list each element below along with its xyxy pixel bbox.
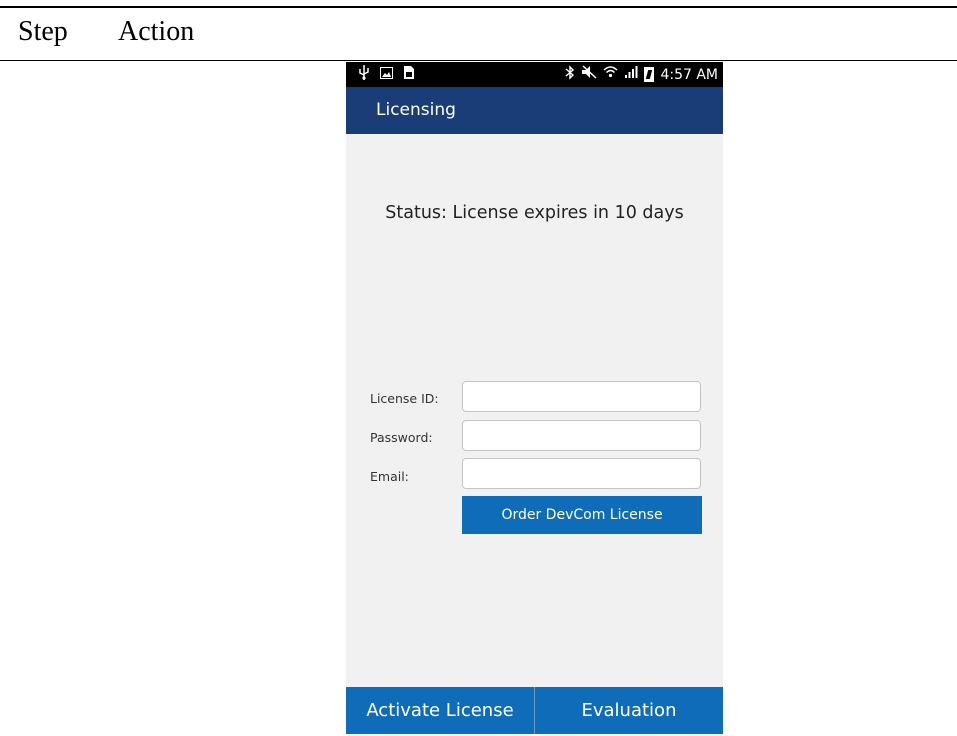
password-label: Password: [370,430,433,445]
mute-icon [581,65,597,84]
bluetooth-icon [565,64,575,85]
license-status-text: Status: License expires in 10 days [385,203,684,223]
page-title: Licensing [376,100,456,120]
android-status-bar: 4:57 AM [346,62,723,87]
bottom-action-bar: Activate License Evaluation [346,687,723,734]
sim-icon [403,65,415,85]
usb-icon [358,64,370,85]
table-header-rule [0,60,957,61]
email-input[interactable] [462,458,701,489]
activate-license-button[interactable]: Activate License [346,687,534,734]
evaluation-button[interactable]: Evaluation [535,687,723,734]
column-header-step: Step [18,16,68,47]
column-header-action: Action [118,16,195,47]
battery-charging-icon [644,67,655,82]
email-label: Email: [370,469,409,484]
image-icon [380,65,393,84]
wifi-icon [603,65,618,84]
app-title-bar: Licensing [346,87,723,134]
license-id-input[interactable] [462,381,701,412]
table-top-rule [0,6,957,8]
order-license-button[interactable]: Order DevCom License [462,496,702,534]
license-id-label: License ID: [370,391,439,406]
status-time: 4:57 AM [660,66,718,83]
signal-icon [624,65,638,84]
phone-screenshot: 4:57 AM Licensing Status: License expire… [346,62,723,734]
password-input[interactable] [462,420,701,451]
